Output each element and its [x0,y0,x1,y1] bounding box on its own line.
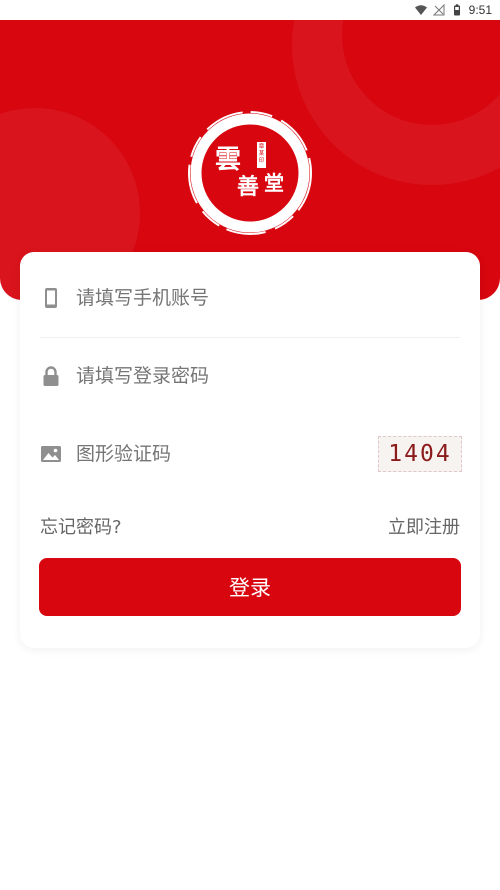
status-bar: 9:51 [0,0,500,20]
status-time: 9:51 [468,3,492,17]
logo-char-3: 堂 [264,171,284,195]
lock-icon [43,366,59,386]
logo-char-1: 雲 [215,145,241,175]
captcha-input[interactable] [76,443,370,465]
phone-field-row [40,278,460,318]
login-button[interactable]: 登录 [39,558,461,616]
logo-seal: 章某印 [259,142,265,164]
phone-icon [45,288,57,308]
field-divider [40,337,460,338]
logo-char-2: 善 [237,174,259,200]
link-row: 忘记密码? 立即注册 [40,512,460,540]
login-card: 1404 忘记密码? 立即注册 登录 [20,252,480,648]
image-icon [41,446,61,462]
password-input[interactable] [76,365,460,387]
signal-icon [432,4,445,16]
password-field-row [40,356,460,396]
brand-logo: 章某印 雲 善 堂 [188,111,312,235]
captcha-image[interactable]: 1404 [378,436,462,472]
battery-icon [453,4,460,16]
wifi-icon [414,5,427,15]
decor-circle [292,20,500,185]
phone-input[interactable] [76,287,460,309]
forgot-password-link[interactable]: 忘记密码? [40,513,122,539]
captcha-field-row [40,434,370,474]
register-link[interactable]: 立即注册 [388,513,460,539]
